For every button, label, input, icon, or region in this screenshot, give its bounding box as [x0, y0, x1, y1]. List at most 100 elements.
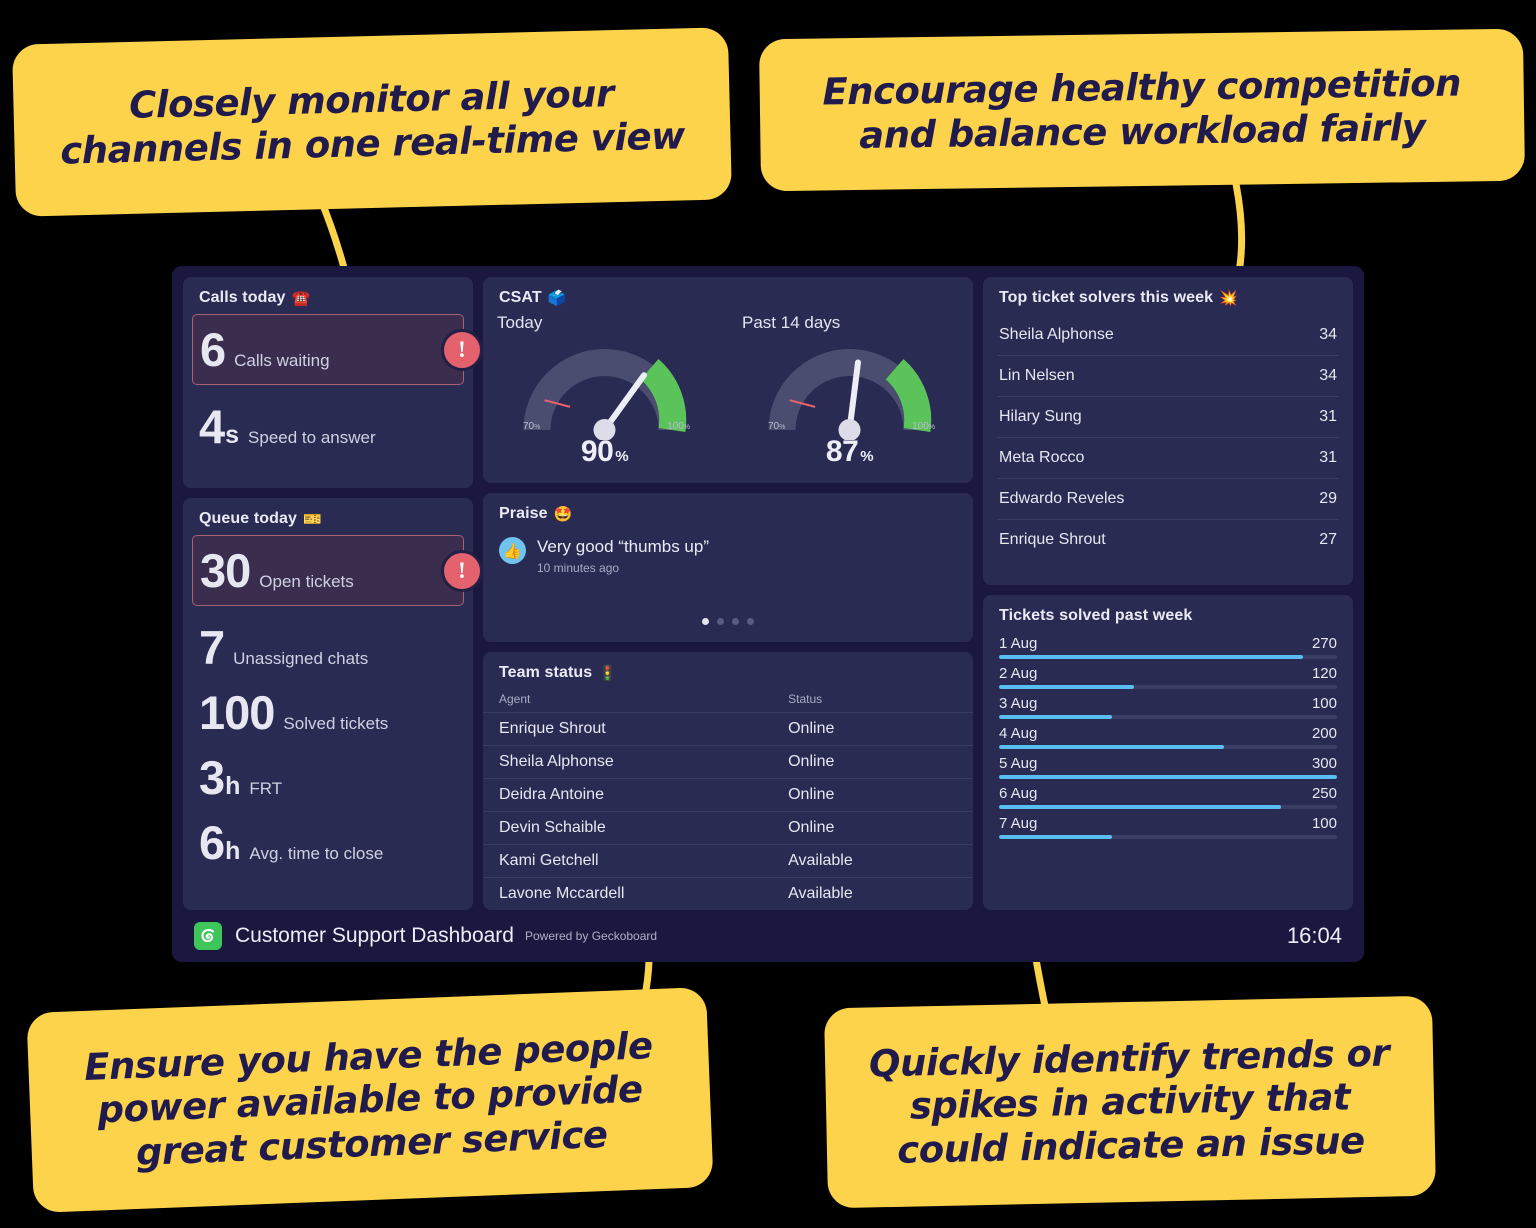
agent-status: Available — [772, 844, 973, 878]
callout-identify-trends: Quickly identify trends or spikes in act… — [823, 995, 1437, 1209]
metric-speed-to-answer: 4 s Speed to answer — [183, 403, 473, 450]
tile-praise[interactable]: Praise 🤩 👍 Very good “thumbs up” 10 minu… — [483, 493, 973, 642]
team-status-label: Team status — [499, 664, 593, 681]
tickets-solved-label: Tickets solved past week — [999, 607, 1193, 624]
table-row[interactable]: Lavone Mccardell Available — [483, 877, 973, 910]
dashboard-grid: Calls today ☎️ 6 Calls waiting ! 4 s Spe… — [172, 266, 1364, 910]
bar-track — [999, 685, 1337, 689]
footer-subtitle: Powered by Geckoboard — [524, 929, 658, 943]
bar-row: 6 Aug 250 — [999, 785, 1337, 809]
bar-row: 3 Aug 100 — [999, 695, 1337, 719]
list-item[interactable]: Meta Rocco 31 — [997, 437, 1339, 478]
table-row[interactable]: Deidra Antoine Online — [483, 778, 973, 812]
leaderboard-list: Sheila Alphonse 34 Lin Nelsen 34 Hilary … — [983, 315, 1353, 560]
bar-fill — [999, 715, 1112, 719]
agent-name: Enrique Shrout — [483, 712, 773, 746]
callout-text: Closely monitor all your channels in one… — [59, 72, 686, 173]
carousel-dot[interactable] — [747, 618, 754, 625]
praise-timestamp: 10 minutes ago — [537, 561, 620, 576]
bar-category-label: 5 Aug — [999, 755, 1038, 772]
callout-healthy-competition: Encourage healthy competition and balanc… — [758, 28, 1526, 192]
tile-calls-today[interactable]: Calls today ☎️ 6 Calls waiting ! 4 s Spe… — [183, 277, 483, 488]
tile-team-status[interactable]: Team status 🚦 Agent Status Enrique Shrou… — [483, 652, 973, 910]
metric-value: 100 — [199, 686, 275, 739]
bar-fill — [999, 745, 1225, 749]
table-row[interactable]: Sheila Alphonse Online — [483, 745, 973, 779]
bar-fill — [999, 655, 1304, 659]
metric-unassigned-chats: 7 Unassigned chats — [183, 624, 473, 671]
carousel-dot[interactable] — [732, 618, 739, 625]
tile-tickets-solved-past-week[interactable]: Tickets solved past week 1 Aug 270 2 Aug 12… — [983, 595, 1353, 910]
carousel-dot[interactable] — [702, 618, 709, 625]
tile-title: Team status 🚦 — [483, 652, 973, 682]
bar-value-label: 200 — [1311, 725, 1337, 742]
tile-top-ticket-solvers[interactable]: Top ticket solvers this week 💥 Sheila Al… — [983, 277, 1353, 585]
agent-name: Kami Getchell — [483, 844, 773, 878]
column-right: Top ticket solvers this week 💥 Sheila Al… — [983, 277, 1353, 910]
table-row[interactable]: Kami Getchell Available — [483, 844, 973, 878]
tile-csat[interactable]: CSAT 🗳️ Today 70% 100% 90 % Past 14 days… — [483, 277, 973, 484]
thumbs-up-icon: 👍 — [499, 537, 526, 565]
ticket-emoji: 🎫 — [303, 510, 322, 528]
metric-calls-waiting[interactable]: 6 Calls waiting ! — [192, 314, 483, 385]
bar-category-label: 2 Aug — [999, 665, 1038, 682]
bar-track — [999, 745, 1337, 749]
list-item[interactable]: Edwardo Reveles 29 — [997, 478, 1339, 519]
tile-title: Praise 🤩 — [483, 493, 973, 523]
gauge-min-label: 70% — [768, 421, 786, 432]
bar-category-label: 6 Aug — [999, 785, 1038, 802]
bar-row: 2 Aug 120 — [999, 665, 1337, 689]
gauge-caption: Today — [497, 313, 543, 332]
table-row[interactable]: Enrique Shrout Online — [483, 712, 973, 746]
list-item[interactable]: Hilary Sung 31 — [997, 396, 1339, 437]
collision-emoji: 💥 — [1219, 289, 1238, 307]
queue-today-label: Queue today — [199, 510, 298, 527]
tile-queue-today[interactable]: Queue today 🎫 30 Open tickets ! 7 Unassi… — [183, 498, 483, 910]
gauge-min-label: 70% — [523, 421, 541, 432]
alert-badge: ! — [441, 328, 483, 371]
bar-fill — [999, 835, 1112, 839]
metric-value: 30 — [200, 544, 251, 597]
agent-status: Online — [772, 778, 973, 812]
metric-unit: h — [225, 772, 241, 800]
carousel-dot[interactable] — [717, 618, 724, 625]
bar-track — [999, 715, 1337, 719]
bar-track — [999, 775, 1337, 779]
tile-title: Calls today ☎️ — [183, 277, 473, 307]
agent-name: Deidra Antoine — [483, 778, 773, 812]
metric-avg-time-to-close: 6 h Avg. time to close — [183, 819, 473, 866]
solver-count: 34 — [1319, 367, 1337, 384]
tile-title: Top ticket solvers this week 💥 — [983, 277, 1353, 307]
callout-people-power: Ensure you have the people power availab… — [26, 987, 714, 1213]
agent-status: Online — [772, 811, 973, 845]
bar-category-label: 7 Aug — [999, 815, 1038, 832]
carousel-dots[interactable] — [483, 618, 973, 625]
list-item[interactable]: Lin Nelsen 34 — [997, 355, 1339, 396]
solver-name: Enrique Shrout — [999, 531, 1106, 548]
solver-count: 31 — [1319, 408, 1337, 425]
metric-open-tickets[interactable]: 30 Open tickets ! — [192, 535, 483, 606]
solver-name: Lin Nelsen — [999, 367, 1075, 384]
bar-fill — [999, 805, 1281, 809]
bar-track — [999, 805, 1337, 809]
bar-value-label: 250 — [1311, 785, 1337, 802]
metric-value: 7 — [199, 621, 225, 674]
list-item[interactable]: Sheila Alphonse 34 — [997, 315, 1339, 355]
bar-row: 7 Aug 100 — [999, 815, 1337, 839]
table-row[interactable]: Devin Schaible Online — [483, 811, 973, 845]
column-header-status: Status — [788, 692, 823, 706]
metric-label: Avg. time to close — [249, 844, 384, 863]
traffic-light-emoji: 🚦 — [598, 664, 618, 682]
gauge-value: 87% — [825, 435, 874, 468]
bar-value-label: 270 — [1311, 635, 1337, 652]
gauge-value: 90% — [580, 435, 629, 468]
praise-text: Very good “thumbs up” — [537, 537, 709, 557]
list-item[interactable]: Enrique Shrout 27 — [997, 519, 1339, 560]
gauge-group: Today 70% 100% 90 % Past 14 days 70% 100… — [483, 313, 973, 468]
metric-value: 4 — [199, 400, 225, 453]
column-left: Calls today ☎️ 6 Calls waiting ! 4 s Spe… — [183, 277, 483, 910]
alert-badge: ! — [441, 549, 483, 592]
ballot-box-emoji: 🗳️ — [547, 289, 567, 307]
bar-track — [999, 655, 1337, 659]
bar-row: 1 Aug 270 — [999, 635, 1337, 659]
